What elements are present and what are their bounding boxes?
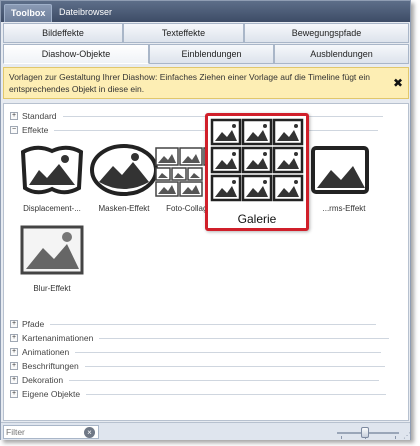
expand-icon[interactable]: + <box>10 376 18 384</box>
section-animationen[interactable]: + Animationen <box>10 346 382 358</box>
photo-icon <box>311 146 369 194</box>
expand-icon[interactable]: + <box>10 362 18 370</box>
mask-icon <box>90 144 158 196</box>
bottom-bar: × ⋰ <box>1 422 411 440</box>
top-tab-strip: Toolbox Dateibrowser <box>1 1 410 22</box>
info-text: Vorlagen zur Gestaltung Ihrer Diashow: E… <box>9 72 370 94</box>
gallery-label: Galerie <box>237 212 277 226</box>
tab-bewegungspfade[interactable]: Bewegungspfade <box>244 23 409 43</box>
section-divider <box>50 323 377 325</box>
category-tabs: Bildeffekte Texteffekte Bewegungspfade D… <box>3 23 409 65</box>
effect-label: Blur-Effekt <box>33 284 71 293</box>
clear-icon[interactable]: × <box>84 427 95 438</box>
section-standard[interactable]: + Standard <box>10 110 383 122</box>
section-label: Eigene Objekte <box>22 389 81 399</box>
section-divider <box>99 337 390 339</box>
section-dekoration[interactable]: + Dekoration <box>10 374 380 386</box>
displacement-icon <box>20 145 84 195</box>
section-label: Animationen <box>22 347 70 357</box>
blur-icon <box>20 225 84 275</box>
section-label: Standard <box>22 111 57 121</box>
section-divider <box>75 351 382 353</box>
info-banner: Vorlagen zur Gestaltung Ihrer Diashow: E… <box>3 67 409 99</box>
expand-icon[interactable]: + <box>10 348 18 356</box>
resize-grip-icon[interactable]: ⋰ <box>403 431 411 440</box>
tab-dateibrowser[interactable]: Dateibrowser <box>53 4 118 22</box>
gallery-icon <box>210 118 304 202</box>
collapse-icon[interactable]: − <box>10 126 18 134</box>
section-label: Beschriftungen <box>22 361 79 371</box>
section-beschriftungen[interactable]: + Beschriftungen <box>10 360 385 372</box>
effect-label: ...rms-Effekt <box>322 204 366 213</box>
section-divider <box>86 393 387 395</box>
section-pfade[interactable]: + Pfade <box>10 318 377 330</box>
section-label: Dekoration <box>22 375 64 385</box>
tab-texteffekte[interactable]: Texteffekte <box>123 23 244 43</box>
gallery-tile[interactable]: Galerie <box>205 113 309 231</box>
expand-icon[interactable]: + <box>10 112 18 120</box>
tab-diashow-objekte[interactable]: Diashow-Objekte <box>3 44 149 64</box>
section-label: Effekte <box>22 125 49 135</box>
tab-bildeffekte[interactable]: Bildeffekte <box>3 23 123 43</box>
slider-tick <box>395 436 396 439</box>
expand-icon[interactable]: + <box>10 320 18 328</box>
section-kartenanimationen[interactable]: + Kartenanimationen <box>10 332 390 344</box>
tab-einblendungen[interactable]: Einblendungen <box>149 44 274 64</box>
tab-ausblendungen[interactable]: Ausblendungen <box>274 44 409 64</box>
section-divider <box>84 365 385 367</box>
toolbox-window: Toolbox Dateibrowser Bildeffekte Texteff… <box>0 0 411 440</box>
section-label: Kartenanimationen <box>22 333 94 343</box>
expand-icon[interactable]: + <box>10 390 18 398</box>
tab-toolbox[interactable]: Toolbox <box>4 4 53 22</box>
slider-tick <box>341 436 342 439</box>
section-effekte[interactable]: − Effekte <box>10 124 379 136</box>
section-eigene-objekte[interactable]: + Eigene Objekte <box>10 388 387 400</box>
zoom-slider-thumb[interactable] <box>361 427 369 438</box>
section-label: Pfade <box>22 319 45 329</box>
expand-icon[interactable]: + <box>10 334 18 342</box>
section-divider <box>69 379 380 381</box>
close-icon[interactable]: ✖ <box>393 77 403 89</box>
